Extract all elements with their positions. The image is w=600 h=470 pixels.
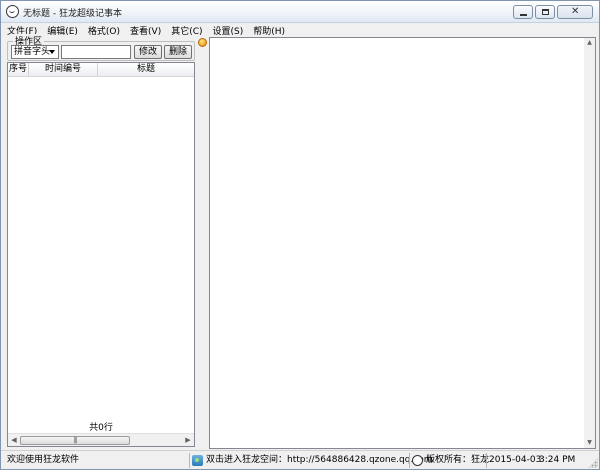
vertical-scrollbar[interactable]: ▲ ▼ — [584, 38, 595, 448]
scroll-thumb[interactable]: ||| — [20, 436, 130, 445]
status-date: 2015-04-03 — [489, 455, 542, 465]
text-editor[interactable]: ▲ ▼ — [209, 37, 596, 449]
status-time: 3:24 PM — [539, 455, 576, 465]
menu-other[interactable]: 其它(C) — [171, 24, 202, 37]
close-icon: ✕ — [571, 6, 580, 17]
column-header-title[interactable]: 标题 — [98, 63, 194, 76]
sort-select[interactable]: 拼音字头 — [11, 45, 59, 59]
maximize-icon — [542, 9, 549, 15]
column-header-index[interactable]: 序号 — [8, 63, 29, 76]
minimize-icon — [520, 14, 527, 16]
scroll-down-icon[interactable]: ▼ — [584, 438, 595, 448]
status-divider — [486, 453, 487, 468]
edit-button[interactable]: 修改 — [134, 45, 162, 59]
status-copyright-text: 版权所有：狂龙 — [426, 455, 490, 465]
title-bar[interactable]: 无标题 - 狂龙超级记事本 ✕ — [1, 1, 599, 23]
scroll-left-icon[interactable]: ◀ — [8, 434, 20, 447]
column-header-time-id[interactable]: 时间编号 — [29, 63, 98, 76]
scroll-right-icon[interactable]: ▶ — [182, 434, 194, 447]
menu-format[interactable]: 格式(O) — [88, 24, 120, 37]
list-header: 序号 时间编号 标题 — [8, 63, 194, 77]
horizontal-scrollbar[interactable]: ◀ ||| ▶ — [8, 433, 194, 446]
menu-view[interactable]: 查看(V) — [130, 24, 161, 37]
status-divider — [189, 453, 190, 468]
menu-settings[interactable]: 设置(S) — [213, 24, 244, 37]
delete-button[interactable]: 删除 — [164, 45, 192, 59]
app-window: 无标题 - 狂龙超级记事本 ✕ 文件(F) 编辑(E) 格式(O) 查看(V) … — [0, 0, 600, 470]
menu-edit[interactable]: 编辑(E) — [47, 24, 78, 37]
globe-icon — [192, 455, 203, 466]
menu-help[interactable]: 帮助(H) — [253, 24, 285, 37]
minimize-button[interactable] — [513, 5, 533, 19]
chevron-down-icon — [49, 50, 55, 54]
notes-list[interactable]: 序号 时间编号 标题 共0行 ◀ ||| ▶ — [7, 62, 195, 447]
smiley-icon[interactable] — [6, 5, 19, 18]
close-button[interactable]: ✕ — [557, 5, 593, 19]
smiley-icon — [412, 455, 423, 466]
scroll-up-icon[interactable]: ▲ — [584, 38, 595, 48]
panel-toggle-icon[interactable] — [198, 38, 207, 47]
status-divider — [409, 453, 410, 468]
search-input[interactable] — [61, 45, 131, 59]
window-title: 无标题 - 狂龙超级记事本 — [23, 9, 122, 19]
panel-splitter[interactable] — [197, 37, 207, 449]
row-count: 共0行 — [89, 423, 113, 433]
status-bar: 欢迎使用狂龙软件 双击进入狂龙空间：http://564886428.qzone… — [1, 450, 599, 469]
resize-grip-icon[interactable] — [588, 458, 598, 468]
menu-bar: 文件(F) 编辑(E) 格式(O) 查看(V) 其它(C) 设置(S) 帮助(H… — [1, 23, 599, 37]
window-controls: ✕ — [511, 5, 593, 19]
status-welcome: 欢迎使用狂龙软件 — [7, 455, 80, 465]
maximize-button[interactable] — [535, 5, 555, 19]
sort-select-value: 拼音字头 — [14, 47, 51, 57]
status-space-text: 双击进入狂龙空间：http://564886428.qzone.qq.com — [206, 455, 433, 465]
